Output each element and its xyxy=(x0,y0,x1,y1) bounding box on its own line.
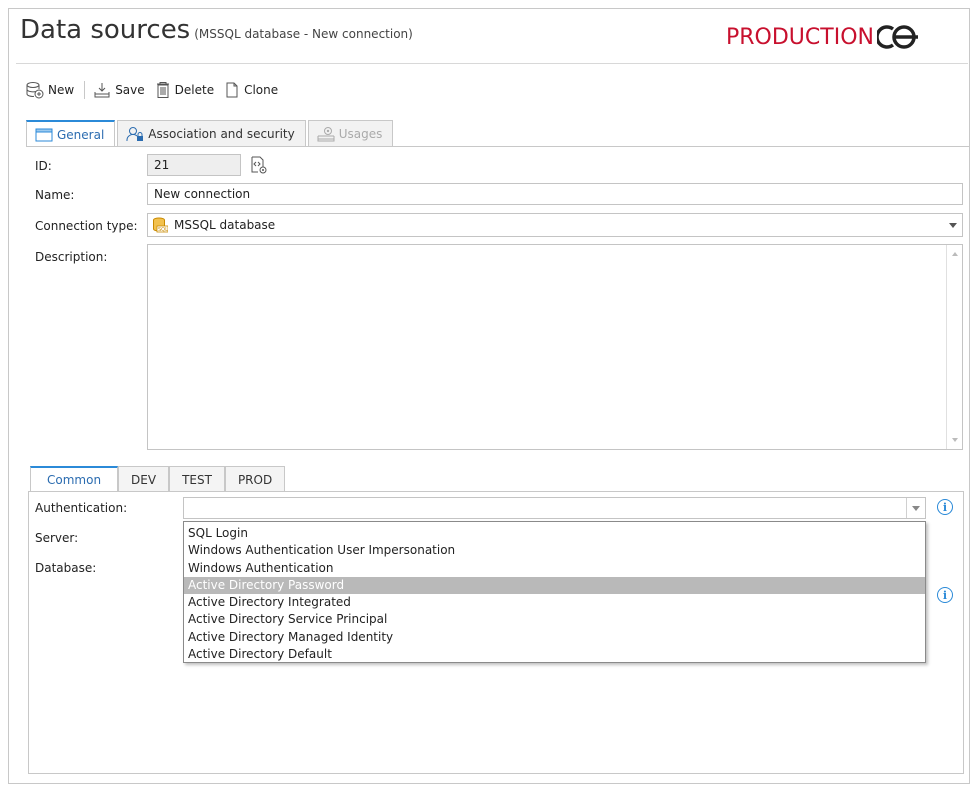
logo-mark-icon xyxy=(876,25,918,49)
auth-option-ad-managed-identity[interactable]: Active Directory Managed Identity xyxy=(184,629,925,646)
connection-type-label: Connection type: xyxy=(35,219,138,233)
tab-test[interactable]: TEST xyxy=(169,466,225,492)
scroll-down-icon[interactable] xyxy=(947,433,963,447)
server-label: Server: xyxy=(35,531,79,545)
clone-icon xyxy=(226,82,238,98)
tab-general-label: General xyxy=(57,127,105,142)
tab-dev[interactable]: DEV xyxy=(118,466,170,492)
tab-association-security[interactable]: Association and security xyxy=(117,120,306,146)
user-lock-icon xyxy=(126,126,144,141)
svg-text:SQL: SQL xyxy=(158,227,168,233)
tab-prod[interactable]: PROD xyxy=(224,466,286,492)
tab-common[interactable]: Common xyxy=(30,466,119,492)
name-label: Name: xyxy=(35,188,75,202)
id-field: 21 xyxy=(147,154,241,176)
page-subtitle: (MSSQL database - New connection) xyxy=(194,27,413,41)
code-settings-icon[interactable] xyxy=(249,155,269,175)
page-title: Data sources (MSSQL database - New connec… xyxy=(20,15,413,45)
chevron-down-icon xyxy=(949,223,957,228)
name-value: New connection xyxy=(154,187,251,201)
clone-button-label: Clone xyxy=(244,83,279,97)
clone-button[interactable]: Clone xyxy=(220,81,284,99)
save-button-label: Save xyxy=(115,83,145,97)
toolbar-separator xyxy=(84,81,86,99)
database-add-icon xyxy=(26,82,44,99)
scroll-up-icon[interactable] xyxy=(947,247,963,261)
mssql-database-icon: SQL xyxy=(153,217,168,233)
auth-option-windows-impersonation[interactable]: Windows Authentication User Impersonatio… xyxy=(184,542,925,559)
authentication-info-icon[interactable]: i xyxy=(937,499,953,515)
save-icon xyxy=(94,83,110,98)
chevron-down-icon xyxy=(912,506,920,511)
auth-option-ad-default[interactable]: Active Directory Default xyxy=(184,646,925,663)
environment-tabs: Common DEV TEST PROD xyxy=(30,466,286,492)
authentication-dropdown-button[interactable] xyxy=(906,498,925,518)
auth-option-ad-service-principal[interactable]: Active Directory Service Principal xyxy=(184,611,925,628)
tab-usages[interactable]: Usages xyxy=(307,120,394,146)
authentication-label: Authentication: xyxy=(35,501,128,515)
description-label: Description: xyxy=(35,250,108,264)
logo-text: PRODUCTION xyxy=(726,24,874,50)
id-value: 21 xyxy=(154,158,170,172)
page-title-text: Data sources xyxy=(20,15,191,45)
database-info-icon[interactable]: i xyxy=(937,587,953,603)
database-label: Database: xyxy=(35,561,97,575)
authentication-select[interactable] xyxy=(183,497,926,519)
description-textarea[interactable] xyxy=(147,244,963,450)
delete-button[interactable]: Delete xyxy=(151,81,220,99)
authentication-dropdown-list: SQL Login Windows Authentication User Im… xyxy=(183,521,926,663)
trash-icon xyxy=(156,82,169,98)
auth-option-windows-authentication[interactable]: Windows Authentication xyxy=(184,560,925,577)
connection-type-value: MSSQL database xyxy=(174,218,276,232)
tab-association-label: Association and security xyxy=(148,126,295,141)
description-scrollbar[interactable] xyxy=(946,245,962,449)
id-label: ID: xyxy=(35,159,52,173)
tab-usages-label: Usages xyxy=(338,126,383,141)
delete-button-label: Delete xyxy=(174,83,215,97)
connection-type-select[interactable]: SQL MSSQL database xyxy=(147,213,963,237)
name-input[interactable]: New connection xyxy=(147,183,963,205)
window-icon xyxy=(35,128,53,141)
auth-option-ad-integrated[interactable]: Active Directory Integrated xyxy=(184,594,925,611)
header-divider xyxy=(16,63,968,64)
toolbar: New Save Delete Clone xyxy=(22,79,284,101)
tab-general[interactable]: General xyxy=(26,120,116,147)
save-button[interactable]: Save xyxy=(89,81,150,99)
new-button-label: New xyxy=(48,83,75,97)
new-button[interactable]: New xyxy=(22,81,80,99)
production-logo: PRODUCTION xyxy=(726,24,919,50)
auth-option-sql-login[interactable]: SQL Login xyxy=(184,525,925,542)
main-tabs: General Association and security Usages xyxy=(26,120,395,147)
auth-option-ad-password[interactable]: Active Directory Password xyxy=(184,576,925,595)
usages-icon xyxy=(317,126,335,141)
